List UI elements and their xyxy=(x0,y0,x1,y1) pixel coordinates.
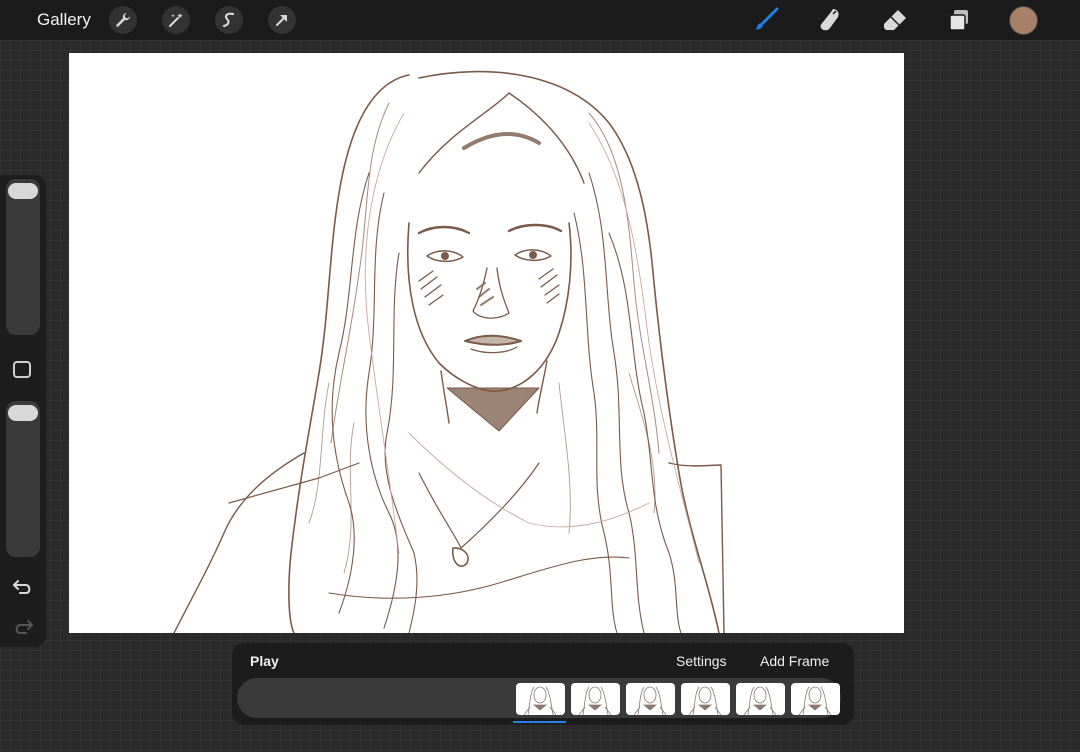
frame-thumbnail-2[interactable] xyxy=(571,683,620,715)
play-button[interactable]: Play xyxy=(250,653,279,669)
frame-thumbnail-5[interactable] xyxy=(736,683,785,715)
opacity-knob[interactable] xyxy=(8,405,38,421)
opacity-slider[interactable] xyxy=(6,401,40,557)
wrench-icon[interactable] xyxy=(109,6,137,34)
frame-thumbnail-6[interactable] xyxy=(791,683,840,715)
drawing-canvas[interactable] xyxy=(69,53,904,633)
frame-thumbnail-1[interactable] xyxy=(516,683,565,715)
portrait-sketch xyxy=(173,70,725,633)
settings-button[interactable]: Settings xyxy=(676,653,727,669)
magic-wand-icon[interactable] xyxy=(162,6,190,34)
left-sidebar xyxy=(0,175,46,647)
selected-frame-indicator xyxy=(513,721,566,723)
add-frame-button[interactable]: Add Frame xyxy=(760,653,829,669)
brush-size-knob[interactable] xyxy=(8,183,38,199)
brush-size-slider[interactable] xyxy=(6,179,40,335)
frame-thumbnail-4[interactable] xyxy=(681,683,730,715)
animation-timeline: Play Settings Add Frame xyxy=(232,643,854,725)
brush-icon[interactable] xyxy=(752,6,780,34)
redo-icon[interactable] xyxy=(12,617,34,637)
gallery-button[interactable]: Gallery xyxy=(37,10,91,30)
smudge-icon[interactable] xyxy=(816,6,844,34)
selection-s-icon[interactable] xyxy=(215,6,243,34)
frame-thumbnail-3[interactable] xyxy=(626,683,675,715)
undo-icon[interactable] xyxy=(12,577,34,597)
modify-button[interactable] xyxy=(13,361,31,378)
eraser-icon[interactable] xyxy=(881,6,909,34)
top-toolbar: Gallery xyxy=(0,0,1080,40)
color-picker-swatch[interactable] xyxy=(1009,6,1038,35)
layers-icon[interactable] xyxy=(945,6,973,34)
transform-arrow-icon[interactable] xyxy=(268,6,296,34)
